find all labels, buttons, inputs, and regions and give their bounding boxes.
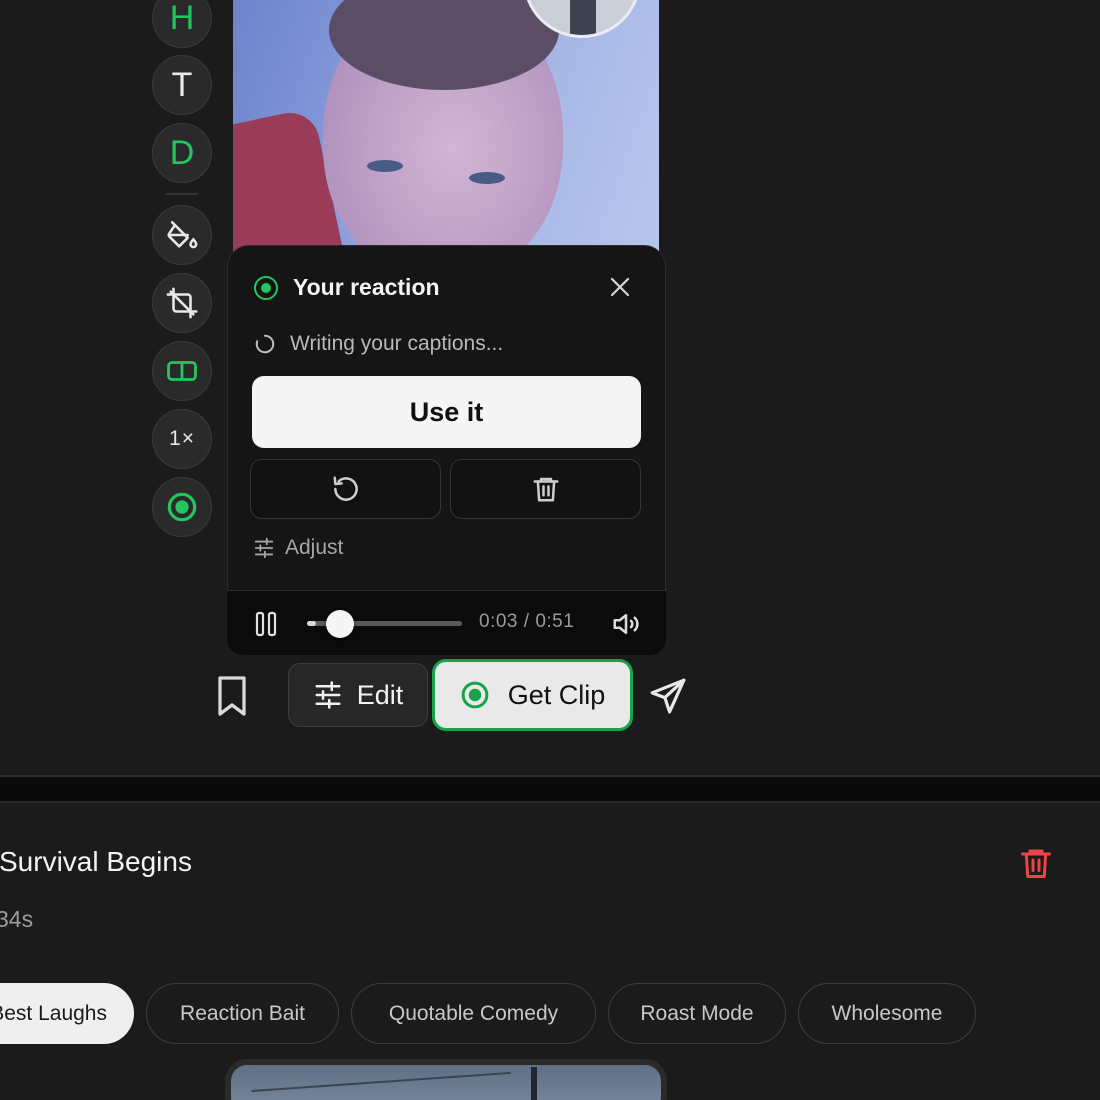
tag-chip-wholesome[interactable]: Wholesome (798, 983, 976, 1044)
send-icon[interactable] (649, 677, 687, 715)
use-it-button[interactable]: Use it (252, 376, 641, 448)
heading-tool-button[interactable]: H (152, 0, 212, 48)
retake-button[interactable] (250, 459, 441, 519)
delete-reaction-button[interactable] (450, 459, 641, 519)
caption-status-text: Writing your captions... (290, 332, 504, 355)
draw-tool-label: D (169, 134, 195, 172)
adjust-button[interactable]: Adjust (253, 536, 343, 560)
get-clip-button[interactable]: Get Clip (432, 659, 633, 731)
seek-handle[interactable] (326, 610, 354, 638)
paint-bucket-icon (167, 220, 198, 249)
thumbnail-wire (251, 1071, 511, 1093)
reaction-panel-title: Your reaction (293, 274, 440, 300)
record-icon (461, 681, 489, 709)
record-tool-button[interactable] (152, 477, 212, 537)
speed-label: 1× (169, 427, 195, 450)
text-tool-button[interactable]: T (152, 55, 212, 115)
close-icon (610, 277, 630, 297)
get-clip-label: Get Clip (507, 679, 606, 710)
draw-tool-button[interactable]: D (152, 123, 212, 183)
edit-label: Edit (356, 679, 404, 710)
bookmark-button[interactable] (213, 673, 251, 719)
reaction-panel-header: Your reaction (254, 274, 440, 301)
tag-chip-roast-mode[interactable]: Roast Mode (608, 983, 786, 1044)
section-divider-bottom (0, 801, 1100, 803)
heading-tool-label: H (169, 0, 195, 37)
trash-icon (533, 477, 558, 502)
layout-tool-button[interactable] (152, 341, 212, 401)
volume-icon[interactable] (611, 609, 641, 639)
section-divider-band (0, 777, 1100, 801)
pause-icon[interactable] (254, 611, 278, 637)
clip-duration: 34s (0, 906, 34, 932)
bookmark-icon (218, 676, 246, 716)
caption-status: Writing your captions... (254, 332, 503, 356)
playback-time: 0:03 / 0:51 (479, 611, 575, 632)
tag-chip-quotable-comedy[interactable]: Quotable Comedy (351, 983, 596, 1044)
record-icon (167, 492, 197, 522)
seek-bar-progress (307, 621, 316, 626)
video-eye-right (469, 172, 505, 184)
clip-title: Survival Begins (0, 846, 192, 877)
close-button[interactable] (605, 272, 635, 302)
video-eye-left (367, 160, 403, 172)
sliders-icon (315, 681, 341, 709)
delete-clip-icon[interactable] (1018, 845, 1054, 881)
retake-icon (333, 476, 358, 501)
crop-tool-button[interactable] (152, 273, 212, 333)
next-clip-thumbnail[interactable] (225, 1059, 667, 1100)
record-indicator-icon (254, 275, 278, 300)
toolbar-divider (166, 193, 198, 195)
sliders-icon (254, 537, 274, 559)
tag-chip-best-laughs[interactable]: Best Laughs (0, 983, 134, 1044)
edit-button[interactable]: Edit (288, 663, 428, 727)
speed-tool-button[interactable]: 1× (152, 409, 212, 469)
loading-spinner-icon (255, 334, 275, 354)
fill-tool-button[interactable] (152, 205, 212, 265)
crop-icon (166, 287, 198, 319)
reaction-panel: Your reaction Writing your captions... U… (227, 245, 666, 591)
thumbnail-pole (531, 1067, 537, 1100)
player-controls: 0:03 / 0:51 (227, 591, 666, 655)
split-layout-icon (167, 361, 197, 381)
text-tool-label: T (171, 66, 193, 104)
adjust-label: Adjust (285, 536, 344, 559)
tag-chip-reaction-bait[interactable]: Reaction Bait (146, 983, 339, 1044)
seek-bar[interactable] (307, 610, 462, 638)
